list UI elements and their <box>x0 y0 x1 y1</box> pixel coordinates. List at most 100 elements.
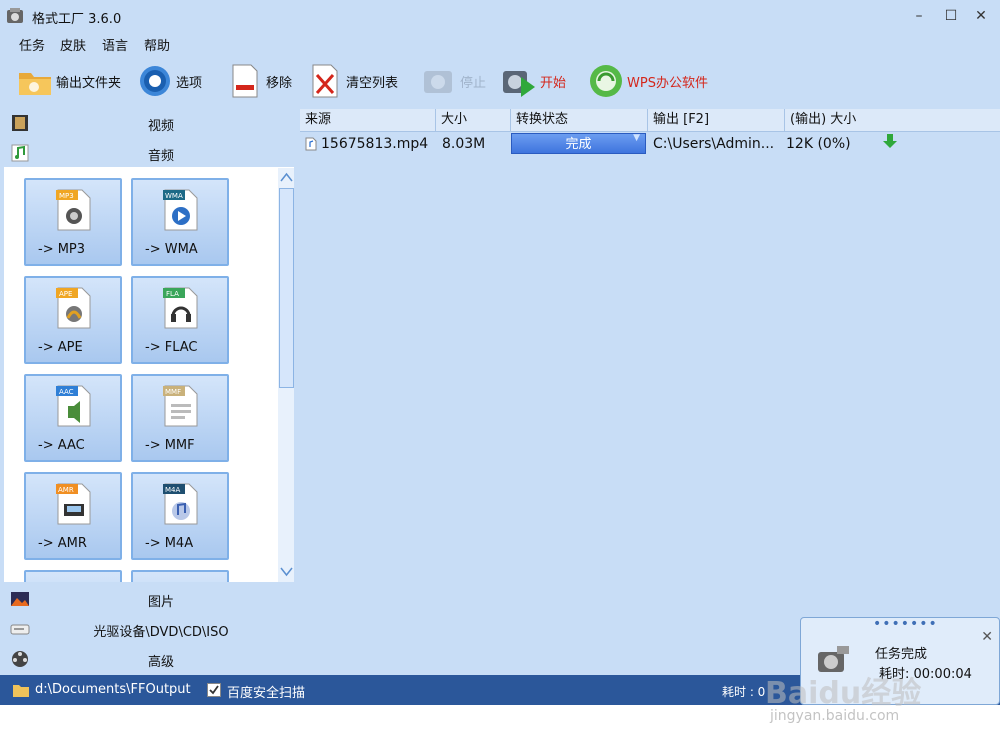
format-wma-label: -> WMA <box>145 242 198 257</box>
title-bar: 格式工厂 3.6.0 – ☐ ✕ <box>0 0 1000 32</box>
format-ape-button[interactable]: APE -> APE <box>24 276 122 364</box>
mp3-file-icon: MP3 <box>56 189 91 231</box>
checkbox-checked-icon[interactable] <box>207 683 221 697</box>
category-picture[interactable]: 图片 <box>0 584 297 612</box>
category-optical[interactable]: 光驱设备\DVD\CD\ISO <box>0 614 297 642</box>
remove-label: 移除 <box>266 75 293 91</box>
format-badge: FLA <box>166 290 179 298</box>
column-output-size[interactable]: (输出) 大小 <box>785 109 1000 131</box>
column-source[interactable]: 来源 <box>300 109 436 131</box>
output-folder-button[interactable]: 输出文件夹 <box>17 56 121 106</box>
row-status-badge: 完成 ▼ <box>511 133 646 154</box>
ape-file-icon: APE <box>56 287 91 329</box>
baidu-watermark-url: jingyan.baidu.com <box>770 708 900 724</box>
format-badge: M4A <box>165 486 180 494</box>
scroll-up-icon[interactable] <box>279 170 294 184</box>
format-mmf-button[interactable]: MMF -> MMF <box>131 374 229 462</box>
category-picture-label: 图片 <box>147 595 174 610</box>
column-status[interactable]: 转换状态 <box>511 109 648 131</box>
aac-file-icon: AAC <box>56 385 91 427</box>
wps-button[interactable]: WPS办公软件 <box>588 56 708 106</box>
close-button[interactable]: ✕ <box>966 4 996 28</box>
maximize-button[interactable]: ☐ <box>936 4 966 28</box>
format-flac-label: -> FLAC <box>145 340 198 355</box>
app-logo-icon <box>7 8 23 23</box>
options-button[interactable]: 选项 <box>137 56 202 106</box>
column-output[interactable]: 输出 [F2] <box>648 109 785 131</box>
clear-list-button[interactable]: 清空列表 <box>307 56 398 106</box>
category-panel: 视频 音频 MP3 -> MP3 WMA -> WMA APE -> APE F… <box>0 107 297 675</box>
audio-format-grid: MP3 -> MP3 WMA -> WMA APE -> APE FLA -> … <box>4 167 294 582</box>
format-mp3-label: -> MP3 <box>38 242 86 257</box>
clear-list-label: 清空列表 <box>346 75 399 91</box>
format-flac-button[interactable]: FLA -> FLAC <box>131 276 229 364</box>
audio-file-icon <box>305 137 317 151</box>
window-title: 格式工厂 3.6.0 <box>32 12 122 27</box>
options-label: 选项 <box>176 75 203 91</box>
task-table-header: 来源 大小 转换状态 输出 [F2] (输出) 大小 <box>300 109 1000 132</box>
format-badge: MMF <box>165 388 181 396</box>
menu-skin[interactable]: 皮肤 <box>60 35 86 54</box>
category-advanced[interactable]: 高级 <box>0 644 297 672</box>
wps-label: WPS办公软件 <box>627 75 708 91</box>
category-video[interactable]: 视频 <box>0 108 297 136</box>
row-output: C:\Users\Admin... <box>653 136 775 152</box>
format-badge: AMR <box>58 486 74 494</box>
format-aac-label: -> AAC <box>38 438 85 453</box>
baidu-watermark: Baidu经验 <box>765 676 922 711</box>
folder-icon[interactable] <box>12 682 30 698</box>
output-path[interactable]: d:\Documents\FFOutput <box>35 682 191 697</box>
category-audio-label: 音频 <box>147 149 174 164</box>
mmf-file-icon: MMF <box>163 385 198 427</box>
clear-list-icon <box>312 64 338 98</box>
format-wma-button[interactable]: WMA -> WMA <box>131 178 229 266</box>
category-audio[interactable]: 音频 <box>0 138 297 166</box>
stop-button[interactable]: 停止 <box>421 56 486 106</box>
menu-bar: 任务 皮肤 语言 帮助 <box>0 32 1000 54</box>
app-window: 格式工厂 3.6.0 – ☐ ✕ 任务 皮肤 语言 帮助 输出文件夹 选项 移除… <box>0 0 1000 705</box>
security-scan-label: 百度安全扫描 <box>227 686 306 701</box>
category-advanced-label: 高级 <box>147 655 174 670</box>
notification-title: 任务完成 <box>875 647 928 662</box>
row-source: 15675813.mp4 <box>321 136 429 152</box>
table-row[interactable]: 15675813.mp4 8.03M 完成 ▼ C:\Users\Admin..… <box>300 133 1000 155</box>
format-mp3-button[interactable]: MP3 -> MP3 <box>24 178 122 266</box>
category-optical-label: 光驱设备\DVD\CD\ISO <box>93 625 229 640</box>
menu-language[interactable]: 语言 <box>102 35 128 54</box>
wma-file-icon: WMA <box>163 189 198 231</box>
download-arrow-icon[interactable] <box>882 133 898 149</box>
format-aac-button[interactable]: AAC -> AAC <box>24 374 122 462</box>
stop-label: 停止 <box>460 75 487 91</box>
amr-file-icon: AMR <box>56 483 91 525</box>
menu-help[interactable]: 帮助 <box>144 35 170 54</box>
format-amr-button[interactable]: AMR -> AMR <box>24 472 122 560</box>
gear-icon <box>140 66 170 96</box>
start-button[interactable]: 开始 <box>501 56 566 106</box>
format-scrollbar[interactable] <box>278 168 294 582</box>
scroll-down-icon[interactable] <box>279 564 294 578</box>
row-size: 8.03M <box>442 136 486 152</box>
toolbar: 输出文件夹 选项 移除 清空列表 停止 开始 WPS办公软件 <box>0 56 1000 106</box>
start-icon <box>503 71 535 97</box>
format-more-button[interactable] <box>131 570 229 582</box>
remove-button[interactable]: 移除 <box>227 56 292 106</box>
folder-icon <box>19 73 51 95</box>
column-size[interactable]: 大小 <box>436 109 511 131</box>
minimize-button[interactable]: – <box>904 4 934 28</box>
format-amr-label: -> AMR <box>38 536 87 551</box>
format-more-button[interactable] <box>24 570 122 582</box>
format-m4a-button[interactable]: M4A -> M4A <box>131 472 229 560</box>
category-video-label: 视频 <box>147 119 174 134</box>
elapsed-time: 耗时 : 0 <box>722 685 766 699</box>
menu-task[interactable]: 任务 <box>19 35 45 54</box>
remove-document-icon <box>232 64 258 98</box>
start-label: 开始 <box>540 75 567 91</box>
filter-icon: ▼ <box>633 133 640 143</box>
wps-globe-icon <box>590 65 622 97</box>
format-mmf-label: -> MMF <box>145 438 195 453</box>
format-ape-label: -> APE <box>38 340 83 355</box>
drag-handle-icon[interactable]: ••••••• <box>873 616 938 632</box>
output-folder-label: 输出文件夹 <box>56 75 122 91</box>
scroll-thumb[interactable] <box>279 188 294 388</box>
close-notification-button[interactable]: ✕ <box>981 629 993 645</box>
